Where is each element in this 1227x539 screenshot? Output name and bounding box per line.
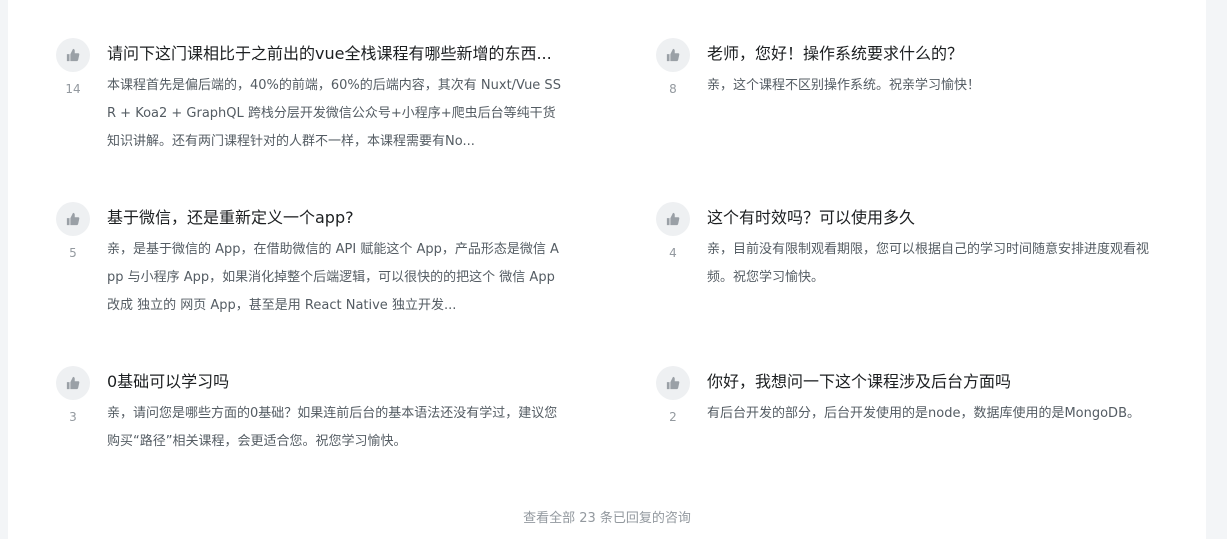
thumbs-up-button[interactable] [656,366,690,400]
answer-text[interactable]: 亲，是基于微信的 App，在借助微信的 API 赋能这个 App，产品形态是微信… [107,236,567,320]
qa-content: 你好，我想问一下这个课程涉及后台方面吗 有后台开发的部分，后台开发使用的是nod… [707,366,1167,428]
question-title[interactable]: 请问下这门课相比于之前出的vue全栈课程有哪些新增的东西... [107,42,567,66]
qa-content: 老师，您好！操作系统要求什么的？ 亲，这个课程不区别操作系统。祝亲学习愉快！ [707,38,1167,100]
vote-count: 2 [669,410,677,424]
view-all-link[interactable]: 查看全部 23 条已回复的咨询 [8,507,1206,526]
vote-count: 14 [65,82,81,96]
vote-count: 3 [69,410,77,424]
vote-group: 8 [655,38,691,96]
vote-group: 5 [55,202,91,260]
answer-text[interactable]: 本课程首先是偏后端的，40%的前端，60%的后端内容，其次有 Nuxt/Vue … [107,72,567,156]
answer-text[interactable]: 亲，目前没有限制观看期限，您可以根据自己的学习时间随意安排进度观看视频。祝您学习… [707,236,1167,292]
vote-count: 8 [669,82,677,96]
thumbs-up-icon [666,48,680,62]
vote-count: 5 [69,246,77,260]
thumbs-up-icon [66,212,80,226]
qa-panel: 14 请问下这门课相比于之前出的vue全栈课程有哪些新增的东西... 本课程首先… [8,0,1206,539]
question-title[interactable]: 你好，我想问一下这个课程涉及后台方面吗 [707,370,1167,394]
vote-group: 3 [55,366,91,424]
vote-group: 14 [55,38,91,96]
question-title[interactable]: 0基础可以学习吗 [107,370,567,394]
answer-text[interactable]: 亲，这个课程不区别操作系统。祝亲学习愉快！ [707,72,1167,100]
vote-count: 4 [669,246,677,260]
thumbs-up-icon [666,212,680,226]
thumbs-up-icon [66,376,80,390]
thumbs-up-button[interactable] [56,38,90,72]
thumbs-up-icon [66,48,80,62]
question-title[interactable]: 老师，您好！操作系统要求什么的？ [707,42,1167,66]
thumbs-up-button[interactable] [656,38,690,72]
question-title[interactable]: 基于微信，还是重新定义一个app? [107,206,567,230]
thumbs-up-button[interactable] [56,202,90,236]
qa-content: 这个有时效吗？可以使用多久 亲，目前没有限制观看期限，您可以根据自己的学习时间随… [707,202,1167,292]
qa-content: 基于微信，还是重新定义一个app? 亲，是基于微信的 App，在借助微信的 AP… [107,202,567,320]
vote-group: 4 [655,202,691,260]
thumbs-up-icon [666,376,680,390]
question-title[interactable]: 这个有时效吗？可以使用多久 [707,206,1167,230]
qa-content: 0基础可以学习吗 亲，请问您是哪些方面的0基础？如果连前后台的基本语法还没有学过… [107,366,567,456]
vote-group: 2 [655,366,691,424]
answer-text[interactable]: 亲，请问您是哪些方面的0基础？如果连前后台的基本语法还没有学过，建议您购买“路径… [107,400,567,456]
answer-text[interactable]: 有后台开发的部分，后台开发使用的是node，数据库使用的是MongoDB。 [707,400,1167,428]
thumbs-up-button[interactable] [656,202,690,236]
qa-content: 请问下这门课相比于之前出的vue全栈课程有哪些新增的东西... 本课程首先是偏后… [107,38,567,156]
thumbs-up-button[interactable] [56,366,90,400]
